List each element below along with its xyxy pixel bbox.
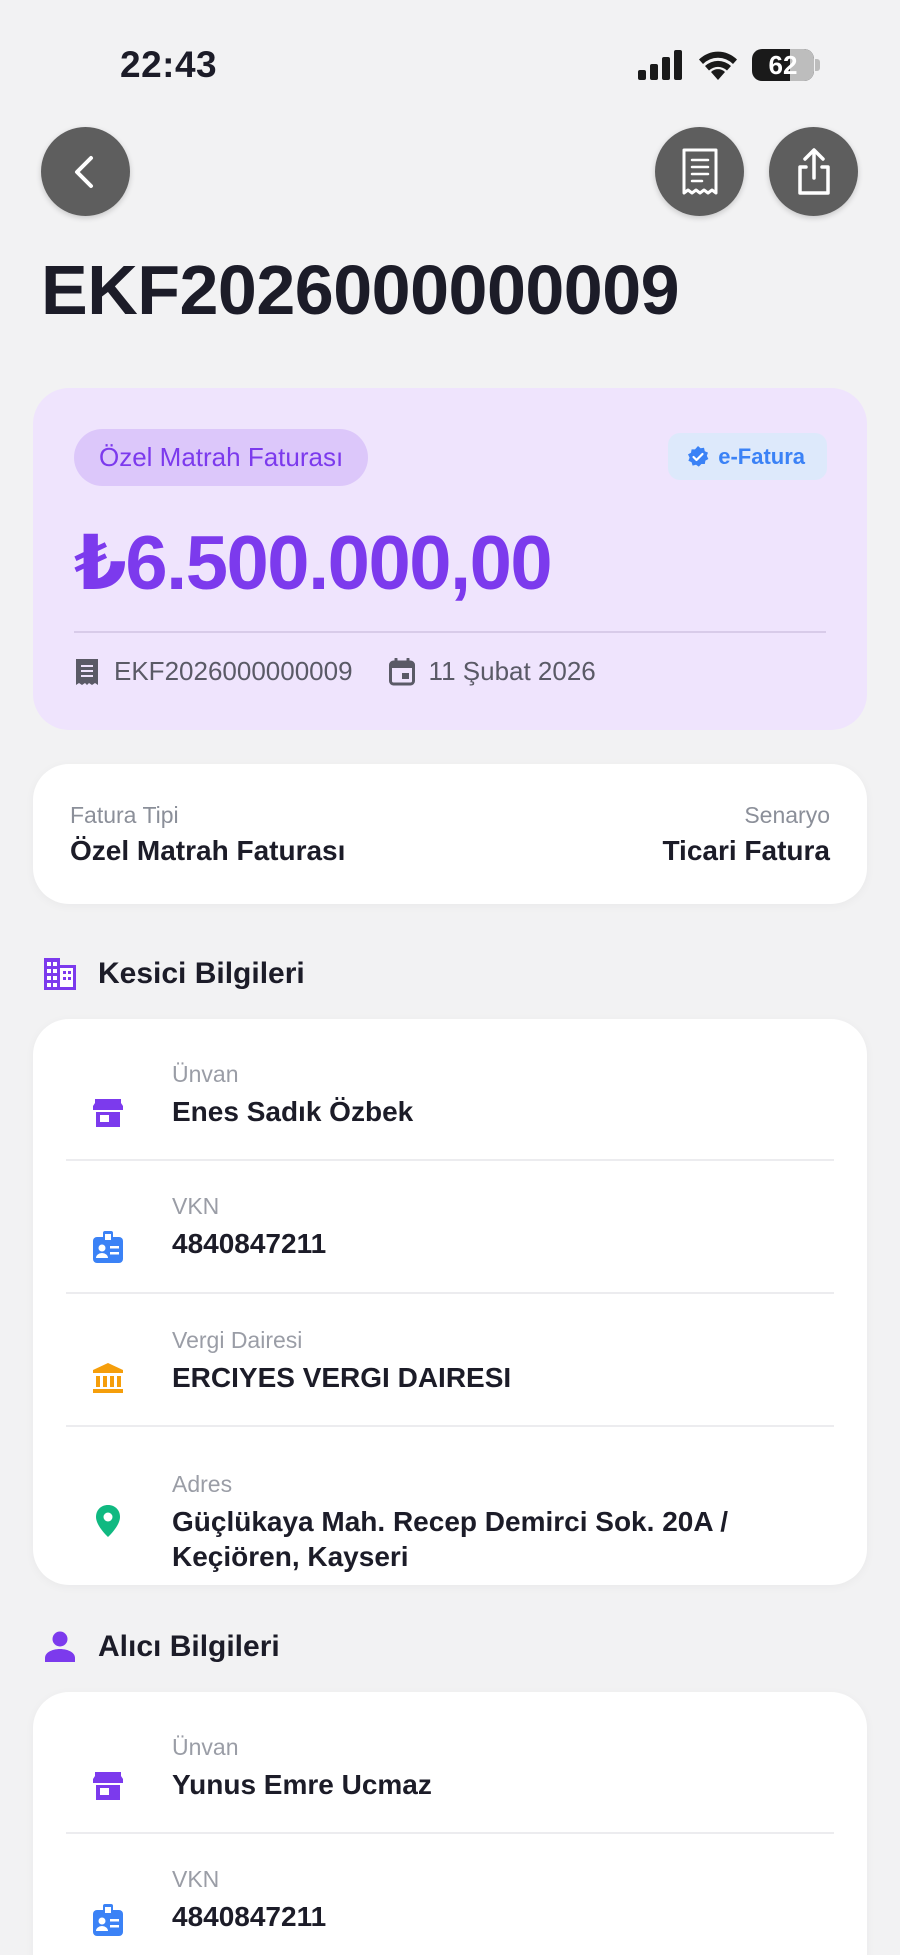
receipt-icon: [682, 148, 717, 194]
battery-cap: [815, 59, 820, 71]
buyer-title-row: Ünvan Yunus Emre Ucmaz: [33, 1692, 867, 1832]
battery-level: 62: [768, 50, 798, 80]
battery-indicator: 62: [752, 49, 814, 81]
back-button[interactable]: [41, 127, 130, 216]
receipt-button[interactable]: [655, 127, 744, 216]
calendar-icon: [388, 657, 415, 685]
address-line-1: Güçlükaya Mah. Recep Demirci Sok. 20A /: [172, 1506, 729, 1537]
row-value: 4840847211: [172, 1228, 327, 1259]
seller-tax-office-row: Vergi Dairesi ERCIYES VERGI DAIRESI: [33, 1294, 867, 1425]
invoice-number: EKF2026000000009: [114, 656, 353, 686]
invoice-number-item: EKF2026000000009: [74, 656, 353, 687]
row-value: Enes Sadık Özbek: [172, 1096, 414, 1127]
row-value: 4840847211: [172, 1901, 327, 1932]
invoice-type-badge: Özel Matrah Faturası: [74, 429, 369, 486]
seller-title-row: Ünvan Enes Sadık Özbek: [33, 1019, 867, 1159]
invoice-date: 11 Şubat 2026: [428, 656, 596, 686]
scenario-label: Senaryo: [744, 802, 830, 828]
receipt-small-icon: [76, 658, 98, 685]
efatura-label: e-Fatura: [718, 444, 805, 469]
seller-section-header: Kesici Bilgileri: [42, 957, 305, 991]
row-value: Yunus Emre Ucmaz: [172, 1769, 432, 1800]
address-line-2: Keçiören, Kayseri: [172, 1541, 409, 1572]
share-button[interactable]: [769, 127, 858, 216]
id-badge-icon: [88, 1227, 128, 1267]
invoice-type-label: Fatura Tipi: [70, 802, 179, 828]
status-bar: 22:43 62: [0, 0, 900, 120]
id-badge-icon: [88, 1900, 128, 1940]
seller-info-card: Ünvan Enes Sadık Özbek VKN 4840847211 Ve…: [33, 1019, 867, 1585]
person-icon: [45, 1631, 75, 1662]
buyer-section-header: Alıcı Bilgileri: [42, 1630, 280, 1664]
buyer-section-title: Alıcı Bilgileri: [98, 1630, 280, 1663]
invoice-detail-page: 22:43 62 EKF2026000000009 Özel Matrah Fa…: [0, 0, 900, 1955]
chevron-left-icon: [74, 155, 93, 188]
scenario-field: Senaryo Ticari Fatura: [662, 802, 830, 867]
row-label: Ünvan: [172, 1061, 239, 1087]
seller-vkn-row: VKN 4840847211: [33, 1161, 867, 1293]
invoice-type-value: Özel Matrah Faturası: [70, 835, 346, 866]
seller-section-title: Kesici Bilgileri: [98, 957, 305, 990]
efatura-badge: e-Fatura: [668, 433, 827, 480]
invoice-meta-row: EKF2026000000009 11 Şubat 2026: [74, 656, 632, 687]
row-value: ERCIYES VERGI DAIRESI: [172, 1362, 512, 1393]
buyer-vkn-row: VKN 4840847211: [33, 1834, 867, 1955]
invoice-date-item: 11 Şubat 2026: [388, 656, 596, 687]
bank-icon: [88, 1358, 128, 1398]
row-label: Adres: [172, 1471, 233, 1497]
buyer-info-card: Ünvan Yunus Emre Ucmaz VKN 4840847211: [33, 1692, 867, 1955]
divider: [74, 631, 826, 633]
row-label: VKN: [172, 1193, 220, 1219]
location-pin-icon: [88, 1501, 128, 1541]
invoice-summary-card: Fatura Tipi Özel Matrah Faturası Senaryo…: [33, 764, 867, 904]
amount-card: Özel Matrah Faturası e-Fatura ₺6.500.000…: [33, 388, 867, 730]
invoice-amount: ₺6.500.000,00: [74, 521, 553, 606]
invoice-type-field: Fatura Tipi Özel Matrah Faturası: [70, 802, 345, 867]
scenario-value: Ticari Fatura: [662, 835, 830, 866]
row-label: Ünvan: [172, 1734, 239, 1760]
cellular-signal-icon: [638, 50, 682, 80]
store-icon: [88, 1093, 128, 1133]
share-icon: [797, 147, 830, 195]
row-label: Vergi Dairesi: [172, 1327, 303, 1353]
seller-address-row: Adres Güçlükaya Mah. Recep Demirci Sok. …: [33, 1427, 867, 1585]
verified-badge-icon: [688, 445, 709, 467]
row-label: VKN: [172, 1866, 220, 1892]
page-title: EKF2026000000009: [41, 251, 680, 329]
status-time: 22:43: [120, 44, 218, 85]
building-icon: [44, 958, 76, 990]
store-icon: [88, 1766, 128, 1806]
wifi-icon: [699, 51, 737, 80]
